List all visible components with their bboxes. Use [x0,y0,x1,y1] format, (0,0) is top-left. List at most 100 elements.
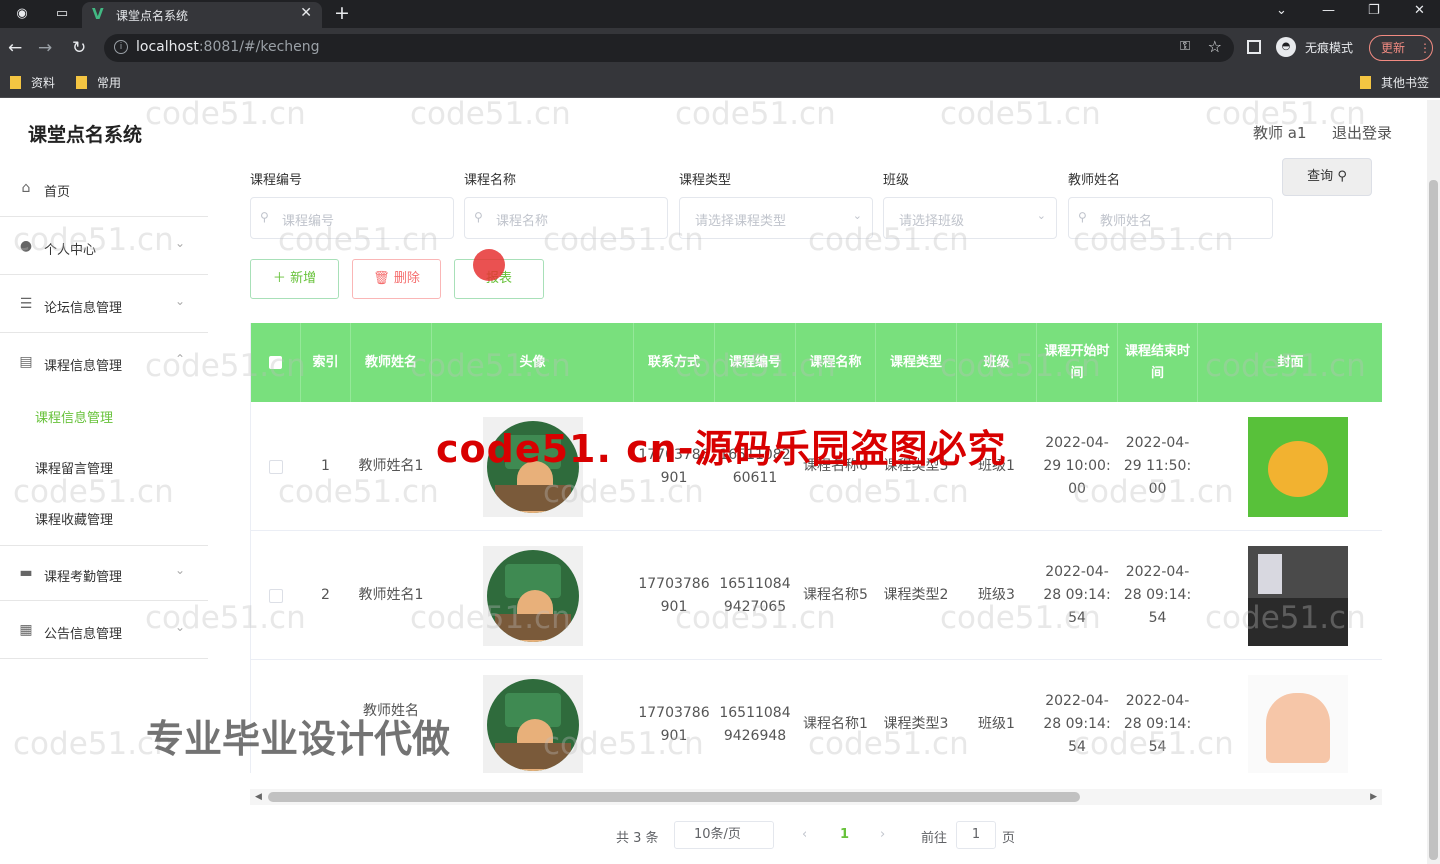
row-checkbox[interactable] [251,402,301,531]
select-placeholder: 请选择课程类型 [695,214,787,229]
folder-icon [76,76,87,89]
add-button[interactable]: ＋ 新增 [250,259,339,299]
col-course-no[interactable]: 课程编号 [715,323,796,402]
next-page-icon[interactable]: › [880,827,885,842]
logout-button[interactable]: 退出登录 [1332,122,1392,143]
page-vertical-scrollbar[interactable] [1427,100,1440,864]
cell-contact: 17703786901 [638,704,710,744]
current-user: 教师 a1 [1253,124,1307,142]
course-table: 索引 教师姓名 头像 联系方式 课程编号 课程名称 课程类型 班级 课程开始时间… [250,323,1382,773]
tab-close-icon[interactable]: ✕ [300,5,312,21]
course-cover-image [1247,416,1348,517]
sidebar-item-notice[interactable]: ▦ 公告信息管理 ⌄ [0,603,208,659]
cell-contact: 17703786901 [638,575,710,615]
row-checkbox[interactable] [251,531,301,660]
scroll-right-icon[interactable]: ▶ [1370,789,1377,805]
teacher-label: 教师姓名 [1068,173,1121,188]
pagination-total: 共 3 条 [616,831,659,846]
restore-icon[interactable]: ❐ [1368,3,1380,18]
minimize-icon[interactable]: — [1322,3,1335,18]
tab-search-icon[interactable]: ▭ [54,6,70,22]
col-class[interactable]: 班级 [957,323,1037,402]
page-number[interactable]: 1 [840,827,849,842]
col-index[interactable]: 索引 [301,323,351,402]
app-title: 课堂点名系统 [28,124,143,146]
select-placeholder: 请选择班级 [899,214,965,229]
scroll-left-icon[interactable]: ◀ [255,789,262,805]
new-tab-icon[interactable]: + [334,2,350,24]
cell-teacher: 教师姓名1 [358,458,424,474]
submenu-course-message[interactable]: 课程留言管理 [35,458,113,477]
reload-icon[interactable]: ↻ [72,38,86,58]
tab-list-icon[interactable]: ⌄ [1276,3,1287,18]
page-size-select[interactable]: 10条/页 [674,821,774,849]
cell-class: 班级1 [978,716,1015,732]
url-input[interactable]: i localhost:8081/#/kecheng ⚿ ☆ [104,34,1234,62]
window-close-icon[interactable]: ✕ [1414,3,1425,18]
forward-icon[interactable]: → [38,38,52,58]
sidebar-item-label: 公告信息管理 [44,627,123,642]
update-button[interactable]: 更新 ⋮ [1369,35,1433,61]
other-bookmarks[interactable]: 其他书签 [1360,74,1429,91]
col-course-name[interactable]: 课程名称 [796,323,876,402]
scrollbar-thumb[interactable] [268,792,1080,802]
scrollbar-thumb[interactable] [1429,180,1438,860]
sidebar-item-course[interactable]: ▤ 课程信息管理 ⌃ [0,335,208,391]
search-icon: ⚲ [1078,210,1087,224]
sidebar-item-home[interactable]: ⌂ 首页 [0,161,208,217]
user-icon: ● [19,238,33,254]
sidebar-item-profile[interactable]: ● 个人中心 ⌄ [0,219,208,275]
table-row[interactable]: 2 教师姓名1 17703786901 165110849427065 课程名称… [251,531,1382,660]
chevron-down-icon: ⌄ [175,563,186,577]
class-label: 班级 [883,173,910,188]
grid-icon: ▦ [19,622,33,638]
list-icon: ☰ [19,296,33,312]
search-icon: ⚲ [1337,169,1347,184]
trash-icon: 🗑 [373,271,390,286]
browser-menu-icon[interactable]: ◉ [14,6,30,22]
promo-watermark: 专业毕业设计代做 [146,717,451,761]
col-end-time[interactable]: 课程结束时间 [1118,323,1198,402]
bookmark-folder-2[interactable]: 常用 [76,74,121,91]
side-panel-icon[interactable] [1247,40,1261,54]
chevron-down-icon: ⌄ [852,209,862,222]
browser-address-bar: ← → ↻ i localhost:8081/#/kecheng ⚿ ☆ ◓ 无… [0,28,1440,68]
sidebar-item-forum[interactable]: ☰ 论坛信息管理 ⌄ [0,277,208,333]
submenu-course-favorite[interactable]: 课程收藏管理 [35,509,113,528]
browser-tab[interactable]: V 课堂点名系统 ✕ [82,2,322,28]
input-placeholder: 教师姓名 [1100,214,1153,229]
select-all-checkbox[interactable] [251,323,301,402]
table-horizontal-scrollbar[interactable]: ◀ ▶ [250,789,1382,805]
teacher-avatar [482,674,583,773]
query-button[interactable]: 查询 ⚲ [1282,158,1372,196]
sidebar-item-attendance[interactable]: ▬ 课程考勤管理 ⌄ [0,545,208,601]
tab-title: 课堂点名系统 [116,9,189,23]
prev-page-icon[interactable]: ‹ [802,827,807,842]
back-icon[interactable]: ← [8,38,22,58]
col-contact[interactable]: 联系方式 [634,323,715,402]
goto-page-input[interactable]: 1 [956,821,996,849]
course-name-input[interactable]: ⚲ 课程名称 [464,197,668,239]
search-icon: ⚲ [260,210,269,224]
input-placeholder: 课程名称 [496,214,549,229]
mouse-cursor-highlight [473,249,505,281]
sidebar-item-label: 课程考勤管理 [44,570,123,585]
incognito-icon[interactable]: ◓ [1276,37,1296,57]
col-teacher[interactable]: 教师姓名 [351,323,432,402]
submenu-course-info[interactable]: 课程信息管理 [35,407,113,426]
col-start-time[interactable]: 课程开始时间 [1037,323,1118,402]
key-icon[interactable]: ⚿ [1180,39,1190,54]
sidebar-item-label: 论坛信息管理 [44,301,123,316]
teacher-input[interactable]: ⚲ 教师姓名 [1068,197,1273,239]
course-type-select[interactable]: 请选择课程类型 ⌄ [679,197,873,239]
class-select[interactable]: 请选择班级 ⌄ [883,197,1057,239]
bookmark-folder-1[interactable]: 资料 [10,74,55,91]
chevron-down-icon: ⌄ [175,620,186,634]
delete-button[interactable]: 🗑 删除 [352,259,441,299]
bookmark-star-icon[interactable]: ☆ [1208,37,1222,56]
site-info-icon[interactable]: i [114,40,128,54]
plus-icon: ＋ [272,271,286,286]
course-no-input[interactable]: ⚲ 课程编号 [250,197,454,239]
col-course-type[interactable]: 课程类型 [876,323,957,402]
cell-course-no: 165110849426948 [719,704,791,744]
